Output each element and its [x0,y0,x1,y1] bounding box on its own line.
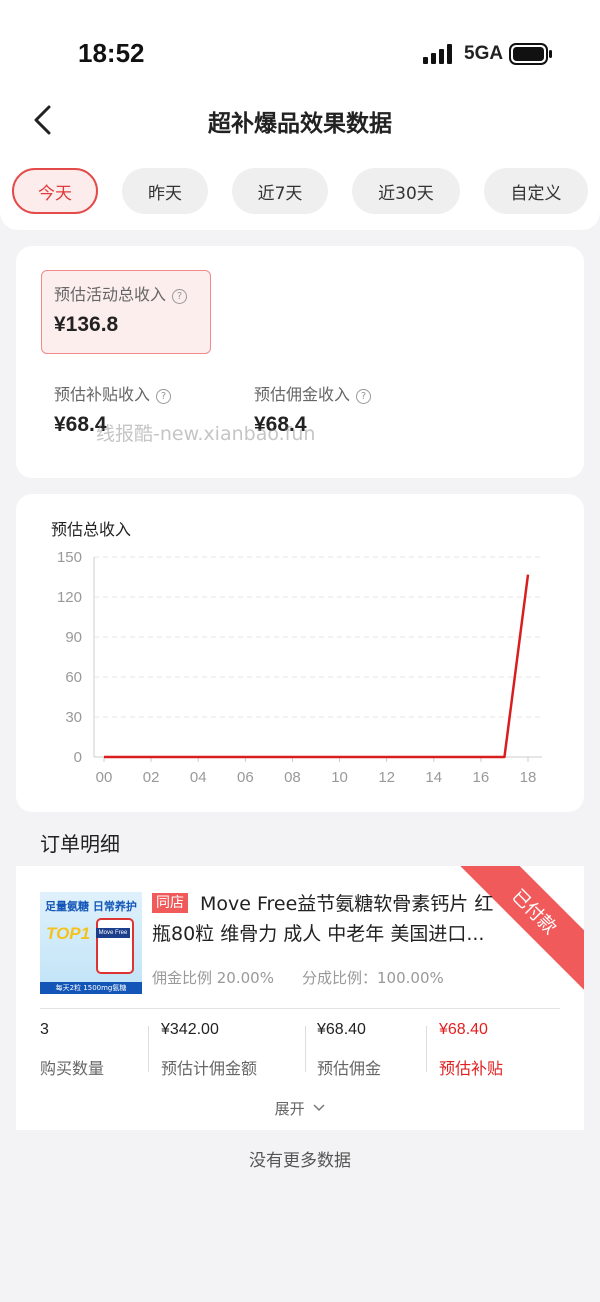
x-tick-label: 10 [331,769,348,786]
y-tick-label: 90 [65,629,82,646]
status-time: 18:52 [78,38,145,68]
x-tick-label: 06 [237,769,254,786]
stat-value-quantity: 3 [40,1021,49,1038]
help-icon[interactable]: ? [172,289,188,304]
stat-value-subsidy: ¥68.40 [439,1021,488,1038]
thumb-footer: 每天2粒 1500mg氨糖 [40,982,142,994]
paid-ribbon-label: 已付款 [507,885,561,939]
commission-rate: 佣金比例 20.00% [152,969,274,987]
x-tick-label: 00 [96,769,113,786]
order-card[interactable]: 已付款 足量氨糖 日常养护 TOP1 Move Free 每天2粒 1500mg… [16,866,584,1130]
signal-icon [423,44,452,64]
y-tick-label: 60 [65,669,82,686]
x-tick-label: 16 [473,769,490,786]
expand-button[interactable]: 展开 [16,1098,584,1119]
stat-value-commission-base: ¥342.00 [161,1021,219,1038]
battery-icon [509,43,552,65]
tab-30-days[interactable]: 近30天 [352,168,460,214]
stat-label-subsidy: 预估补贴 [439,1059,504,1078]
total-income-label: 预估活动总收入? [54,281,188,305]
product-title[interactable]: 同店 Move Free益节氨糖软骨素钙片 红瓶80粒 维骨力 成人 中老年 美国… [152,889,502,949]
subsidy-income-label: 预估补贴收入? [54,381,172,405]
network-label: 5GA [464,43,504,64]
stat-divider [305,1026,306,1072]
order-divider [40,1008,560,1009]
y-tick-label: 120 [57,589,82,606]
page-title: 超补爆品效果数据 [208,111,392,137]
no-more-data: 没有更多数据 [249,1151,351,1171]
thumb-badge: TOP1 [46,924,91,943]
product-bottle: Move Free [96,918,134,974]
tab-custom[interactable]: 自定义 [484,168,588,214]
share-rate: 分成比例：100.00% [302,969,444,987]
same-store-tag: 同店 [152,893,188,913]
expand-label: 展开 [274,1100,305,1118]
tab-7-days[interactable]: 近7天 [232,168,328,214]
tab-today[interactable]: 今天 [12,168,98,214]
help-icon[interactable]: ? [156,389,172,404]
product-title-text: Move Free益节氨糖软骨素钙片 红瓶80粒 维骨力 成人 中老年 美国进口… [152,893,494,945]
stat-divider [148,1026,149,1072]
y-tick-label: 30 [65,709,82,726]
thumb-brand: Move Free [96,928,130,938]
income-line-chart: 150120906030000 02 04 06 08 10 12 14 16 18 [57,549,542,786]
chevron-down-icon [313,1104,325,1112]
y-tick-label: 150 [57,549,82,566]
orders-section-title: 订单明细 [40,832,120,856]
y-tick-label: 0 [74,749,82,766]
tab-yesterday[interactable]: 昨天 [122,168,208,214]
thumb-headline: 足量氨糖 日常养护 [45,900,137,913]
product-thumbnail[interactable]: 足量氨糖 日常养护 TOP1 Move Free 每天2粒 1500mg氨糖 [40,892,142,994]
x-tick-label: 04 [190,769,207,786]
stat-label-commission: 预估佣金 [317,1059,382,1078]
x-tick-label: 14 [425,769,442,786]
chart-title: 预估总收入 [51,520,132,539]
stat-divider [426,1026,427,1072]
x-tick-label: 18 [520,769,537,786]
stat-label-quantity: 购买数量 [40,1059,105,1078]
commission-income-label: 预估佣金收入? [254,381,372,405]
watermark-text: 线报酷-new.xianbao.fun [96,423,316,445]
stat-value-commission: ¥68.40 [317,1021,366,1038]
income-series-line [104,574,530,759]
x-tick-label: 12 [378,769,395,786]
help-icon[interactable]: ? [356,389,372,404]
stat-label-commission-base: 预估计佣金额 [161,1059,258,1078]
total-income-value: ¥136.8 [54,313,119,336]
x-tick-label: 08 [284,769,301,786]
x-tick-label: 02 [143,769,160,786]
